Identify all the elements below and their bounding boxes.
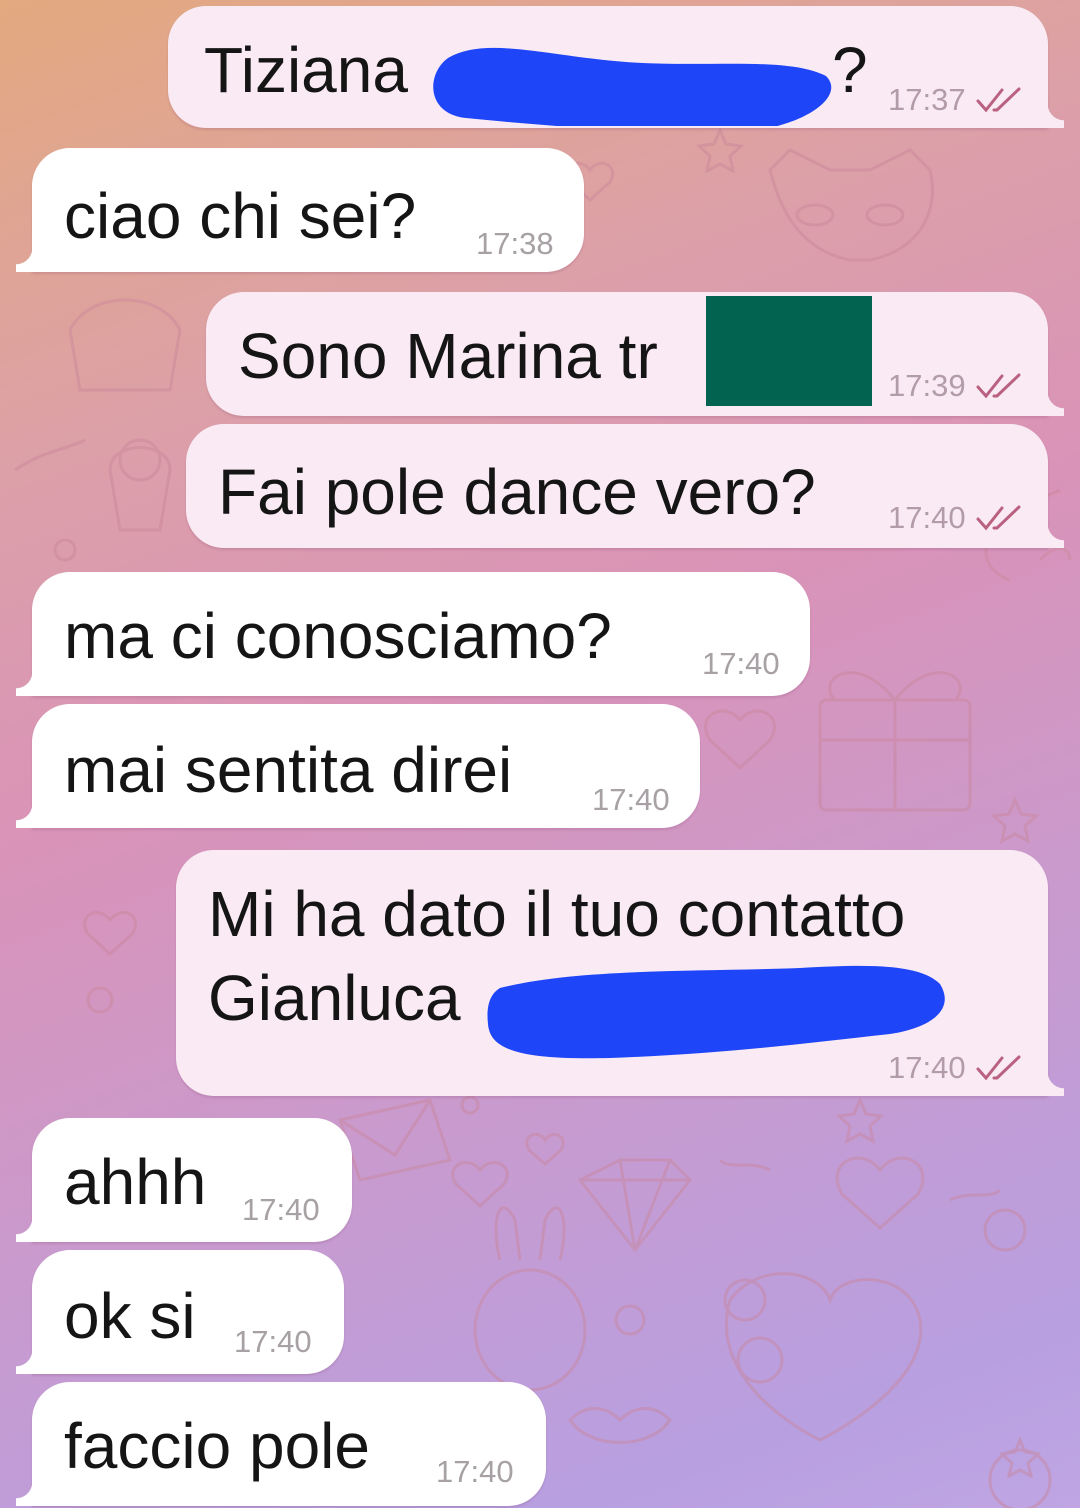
message-time: 17:38	[476, 226, 554, 261]
message-meta: 17:38	[476, 226, 554, 262]
message-text: Sono Marina tr	[238, 320, 658, 392]
message-time: 17:40	[242, 1192, 320, 1227]
message-meta: 17:40	[242, 1192, 320, 1228]
message-text: mai sentita direi	[64, 734, 513, 806]
message-bubble-incoming[interactable]: ahhh 17:40	[16, 1118, 352, 1242]
message-text: faccio pole	[64, 1410, 370, 1482]
message-time: 17:40	[888, 500, 966, 535]
message-time: 17:40	[592, 782, 670, 817]
message-bubble-outgoing[interactable]: Fai pole dance vero? 17:40	[186, 424, 1064, 548]
message-text: Gianluca	[208, 962, 461, 1034]
message-meta: 17:40	[888, 500, 1024, 536]
message-time: 17:39	[888, 368, 966, 403]
message-text: ok si	[64, 1280, 196, 1352]
redaction-box	[706, 296, 872, 406]
message-bubble-incoming[interactable]: ciao chi sei? 17:38	[16, 148, 584, 272]
message-time: 17:40	[702, 646, 780, 681]
message-time: 17:40	[436, 1454, 514, 1489]
message-text: ciao chi sei?	[64, 180, 417, 252]
message-time: 17:37	[888, 82, 966, 117]
message-meta: 17:40	[702, 646, 780, 682]
message-bubble-outgoing[interactable]: Sono Marina tr 17:39	[206, 292, 1064, 416]
message-bubble-outgoing[interactable]: Mi ha dato il tuo contatto Gianluca 17:4…	[176, 850, 1064, 1096]
message-bubble-outgoing[interactable]: Tiziana ? 17:37	[168, 6, 1064, 132]
message-text: Fai pole dance vero?	[218, 456, 816, 528]
message-bubble-incoming[interactable]: ok si 17:40	[16, 1250, 344, 1374]
message-bubble-incoming[interactable]: ma ci conosciamo? 17:40	[16, 572, 810, 696]
message-time: 17:40	[234, 1324, 312, 1359]
message-text: ahhh	[64, 1146, 207, 1218]
message-text: ma ci conosciamo?	[64, 600, 612, 672]
message-text: Mi ha dato il tuo contatto	[208, 878, 906, 950]
redaction-scribble	[426, 26, 846, 132]
message-meta: 17:40	[888, 1050, 1024, 1086]
double-check-icon	[976, 87, 1021, 113]
message-meta: 17:40	[234, 1324, 312, 1360]
redaction-scribble	[480, 954, 950, 1060]
message-text: Tiziana	[204, 34, 408, 106]
double-check-icon	[976, 505, 1021, 531]
double-check-icon	[976, 373, 1021, 399]
message-meta: 17:37	[888, 82, 1024, 118]
message-time: 17:40	[888, 1050, 966, 1085]
message-meta: 17:40	[436, 1454, 514, 1490]
message-text-suffix: ?	[832, 34, 868, 106]
message-meta: 17:39	[888, 368, 1024, 404]
message-meta: 17:40	[592, 782, 670, 818]
double-check-icon	[976, 1055, 1021, 1081]
message-bubble-incoming[interactable]: faccio pole 17:40	[16, 1382, 546, 1506]
message-bubble-incoming[interactable]: mai sentita direi 17:40	[16, 704, 700, 828]
